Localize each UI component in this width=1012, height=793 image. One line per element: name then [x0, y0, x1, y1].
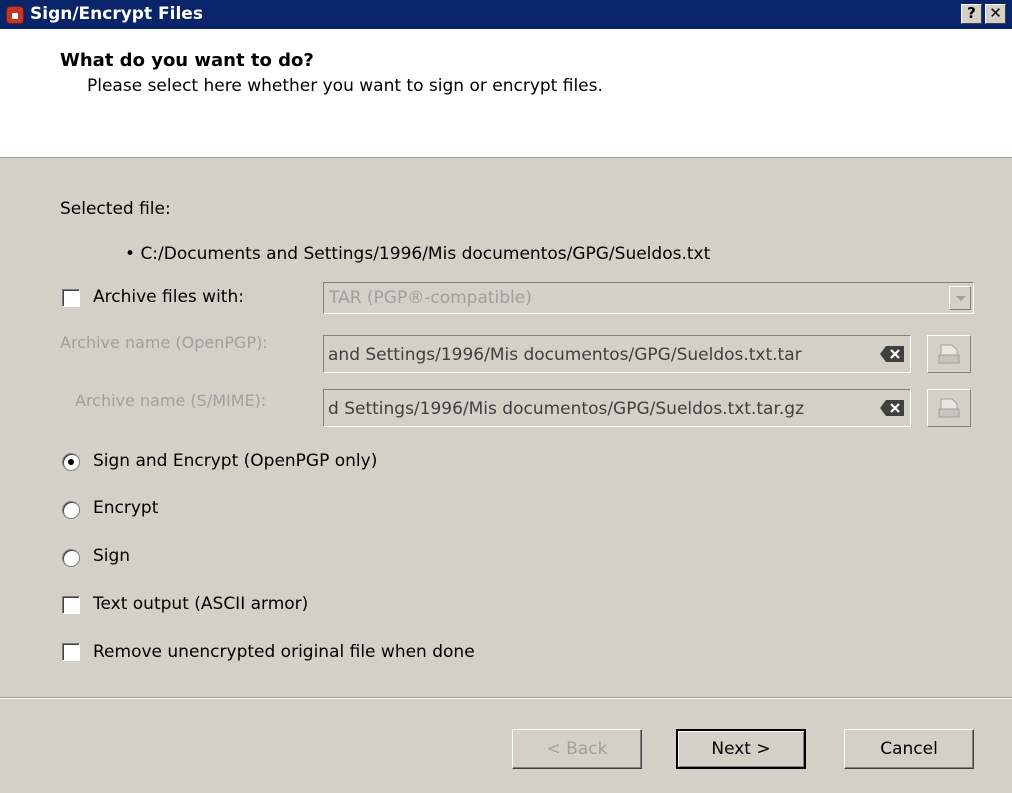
help-button[interactable]: ?	[961, 4, 982, 24]
archive-smime-field[interactable]: d Settings/1996/Mis documentos/GPG/Sueld…	[323, 389, 911, 427]
sign-and-encrypt-label[interactable]: Sign and Encrypt (OpenPGP only)	[93, 451, 377, 471]
back-button[interactable]: < Back	[512, 729, 642, 769]
archive-checkbox-label[interactable]: Archive files with:	[93, 287, 244, 307]
archive-format-select[interactable]: TAR (PGP®-compatible)	[323, 282, 974, 314]
clear-field-icon[interactable]	[880, 346, 904, 362]
page-title: What do you want to do?	[60, 50, 314, 71]
sign-and-encrypt-radio[interactable]	[62, 453, 80, 471]
page-subtitle: Please select here whether you want to s…	[87, 76, 603, 96]
selected-file-item: • C:/Documents and Settings/1996/Mis doc…	[125, 244, 710, 264]
folder-open-icon	[938, 344, 960, 364]
sign-radio[interactable]	[62, 549, 80, 567]
archive-smime-value: d Settings/1996/Mis documentos/GPG/Sueld…	[328, 399, 804, 419]
selected-file-label: Selected file:	[60, 199, 171, 219]
encrypt-label[interactable]: Encrypt	[93, 498, 158, 518]
close-icon: ✕	[989, 4, 1002, 22]
remove-original-label[interactable]: Remove unencrypted original file when do…	[93, 642, 475, 662]
window-title: Sign/Encrypt Files	[30, 4, 203, 24]
text-output-label[interactable]: Text output (ASCII armor)	[93, 594, 308, 614]
footer-separator	[0, 697, 1012, 699]
bullet: •	[125, 244, 136, 264]
archive-checkbox[interactable]	[62, 289, 80, 307]
sign-label[interactable]: Sign	[93, 546, 130, 566]
archive-openpgp-label: Archive name (OpenPGP):	[60, 333, 268, 352]
folder-open-icon	[938, 398, 960, 418]
archive-label-text: Archive files with:	[93, 287, 244, 307]
text-output-checkbox[interactable]	[62, 596, 80, 614]
app-icon	[6, 6, 24, 24]
cancel-button[interactable]: Cancel	[844, 729, 974, 769]
archive-openpgp-field[interactable]: and Settings/1996/Mis documentos/GPG/Sue…	[323, 335, 911, 373]
close-button[interactable]: ✕	[985, 4, 1006, 24]
title-bar: Sign/Encrypt Files ? ✕	[0, 0, 1012, 29]
browse-openpgp-button[interactable]	[927, 335, 971, 373]
clear-field-icon[interactable]	[880, 400, 904, 416]
remove-original-checkbox[interactable]	[62, 643, 80, 661]
selected-file-path: C:/Documents and Settings/1996/Mis docum…	[140, 244, 711, 264]
encrypt-radio[interactable]	[62, 501, 80, 519]
archive-smime-label: Archive name (S/MIME):	[75, 391, 267, 410]
help-icon: ?	[967, 4, 976, 22]
chevron-down-icon[interactable]	[949, 286, 971, 310]
archive-openpgp-value: and Settings/1996/Mis documentos/GPG/Sue…	[328, 345, 802, 365]
next-button[interactable]: Next >	[676, 729, 806, 769]
archive-format-value: TAR (PGP®-compatible)	[329, 288, 532, 308]
browse-smime-button[interactable]	[927, 389, 971, 427]
